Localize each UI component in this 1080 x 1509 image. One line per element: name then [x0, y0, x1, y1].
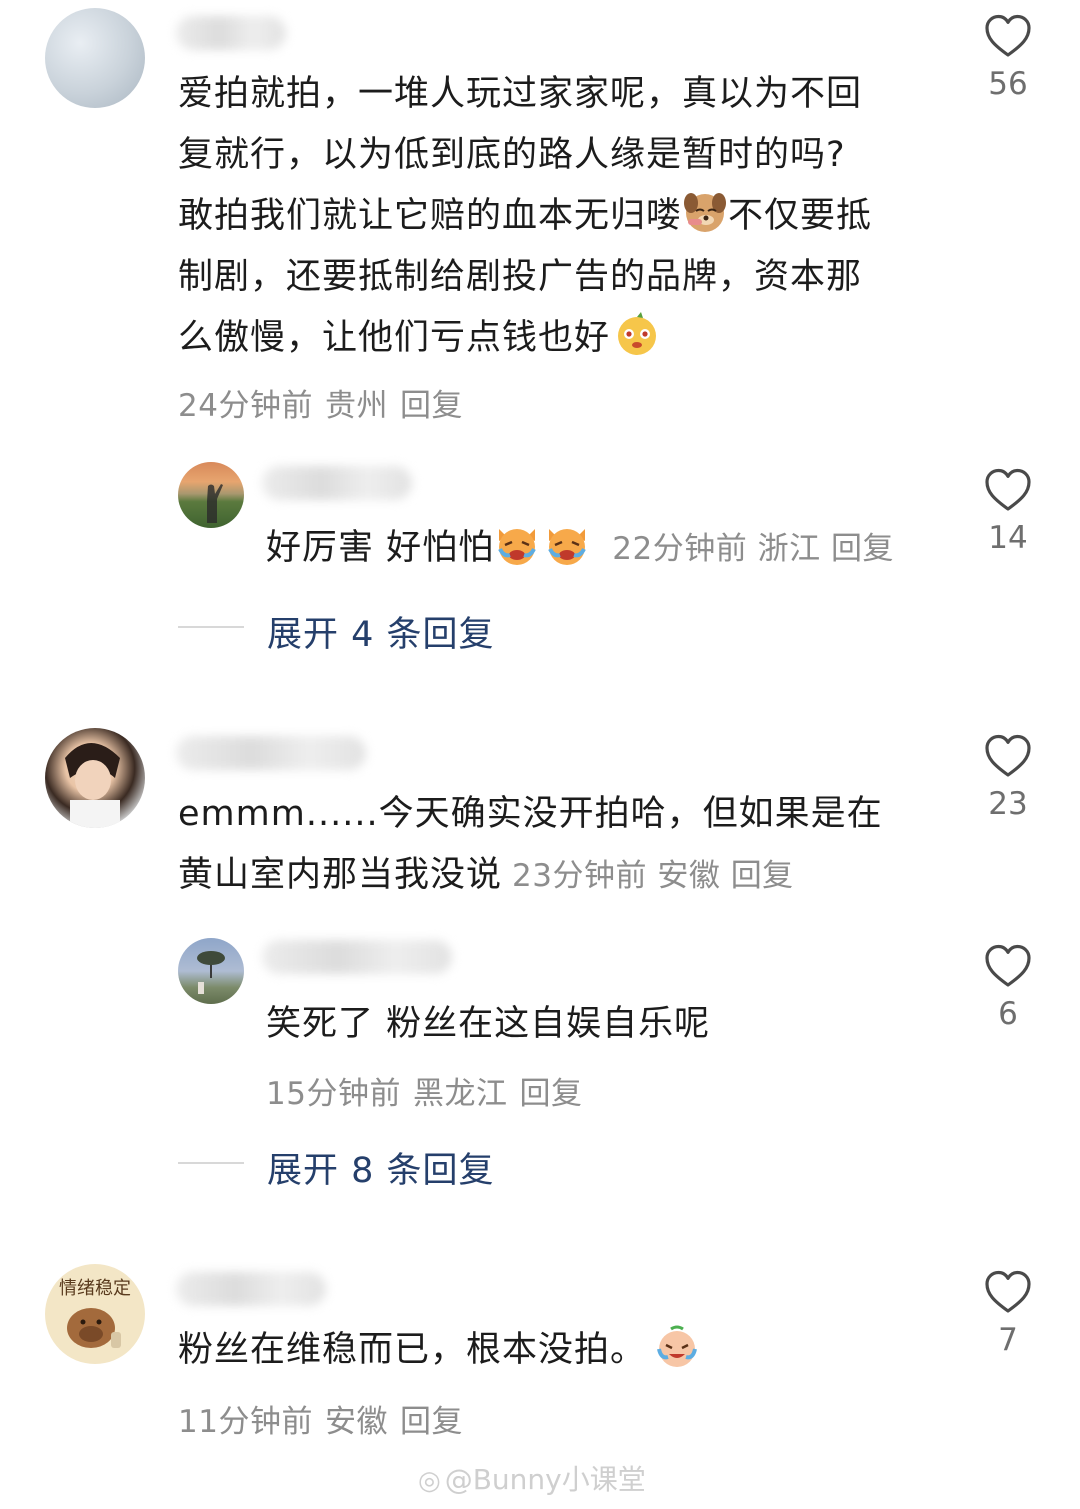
comment-time: 11分钟前 [178, 1404, 313, 1440]
comment-text-line: 不仅要抵 [728, 196, 873, 236]
comment-text-line: emmm......今天确实没开拍哈，但如果是在 [178, 794, 883, 834]
username-blurred[interactable] [262, 940, 452, 974]
crying-cat-emoji [498, 529, 536, 565]
dog-face-emoji [684, 193, 727, 232]
sun-face-emoji [618, 312, 657, 355]
comment-text-line: 么傲慢，让他们亏点钱也好 [178, 318, 611, 358]
watermark: ◎ @Bunny小课堂 [418, 1458, 646, 1498]
heart-icon [985, 468, 1031, 511]
avatar[interactable] [45, 8, 145, 108]
like-button[interactable]: 7 [958, 1270, 1058, 1358]
comment-text-line: 敢拍我们就让它赔的血本无归喽 [178, 196, 683, 236]
username-blurred[interactable] [176, 736, 366, 770]
watermark-text: @Bunny小课堂 [444, 1463, 646, 1496]
divider [178, 1162, 244, 1164]
reply-button[interactable]: 回复 [831, 531, 894, 567]
reply-text-content: 好厉害 好怕怕 [266, 528, 495, 568]
avatar[interactable]: 情绪稳定 [45, 1264, 145, 1364]
like-button[interactable]: 14 [958, 468, 1058, 556]
heart-icon [985, 734, 1031, 777]
username-blurred[interactable] [176, 16, 286, 50]
like-count: 56 [988, 66, 1028, 102]
comment-text-line: 制剧，还要抵制给剧投广告的品牌，资本那 [178, 257, 863, 297]
comment-meta: 11分钟前 安徽 回复 [178, 1396, 475, 1441]
reply-text: 笑死了 粉丝在这自娱自乐呢 [266, 1004, 711, 1044]
comment-time: 23分钟前 [512, 858, 647, 894]
capybara-icon: 情绪稳定 [59, 1278, 131, 1348]
like-count: 14 [988, 520, 1028, 556]
laughing-tears-emoji [657, 1325, 697, 1367]
username-blurred[interactable] [262, 466, 412, 500]
divider [178, 626, 244, 628]
like-count: 6 [998, 996, 1018, 1032]
reply-button[interactable]: 回复 [400, 1404, 463, 1440]
comment-text-line: 黄山室内那当我没说 [178, 855, 503, 895]
like-button[interactable]: 23 [958, 734, 1058, 822]
like-count: 7 [998, 1322, 1018, 1358]
reply-time: 15分钟前 [266, 1076, 401, 1112]
comment-meta: 24分钟前 贵州 回复 [178, 380, 475, 425]
avatar-caption: 情绪稳定 [59, 1278, 131, 1299]
comment-location: 贵州 [324, 388, 388, 424]
expand-replies-label[interactable]: 展开 8 条回复 [267, 1142, 495, 1193]
avatar[interactable] [178, 938, 244, 1004]
username-blurred[interactable] [176, 1272, 326, 1306]
expand-replies-label[interactable]: 展开 4 条回复 [267, 606, 495, 657]
avatar[interactable] [178, 462, 244, 528]
comment-location: 安徽 [324, 1404, 388, 1440]
comment-text-line: 爱拍就拍，一堆人玩过家家呢，真以为不回 [178, 74, 863, 114]
tree-scene-icon [197, 951, 225, 994]
heart-icon [985, 1270, 1031, 1313]
comment-text: 爱拍就拍，一堆人玩过家家呢，真以为不回 复就行，以为低到底的路人缘是暂时的吗? … [178, 64, 938, 369]
like-button[interactable]: 56 [958, 14, 1058, 102]
like-count: 23 [988, 786, 1028, 822]
reply-time: 22分钟前 [612, 531, 748, 567]
reply-meta: 15分钟前 黑龙江 回复 [266, 1068, 594, 1113]
comment-text: emmm......今天确实没开拍哈，但如果是在 黄山室内那当我没说 23分钟前 … [178, 784, 938, 907]
person-silhouette-icon [207, 484, 223, 523]
comment-text-line: 粉丝在维稳而已，根本没拍。 [178, 1330, 647, 1370]
like-button[interactable]: 6 [958, 944, 1058, 1032]
heart-icon [985, 14, 1031, 57]
weibo-logo-icon: ◎ [418, 1466, 441, 1496]
avatar[interactable] [45, 728, 145, 828]
comment-location: 安徽 [657, 858, 721, 894]
person-photo-icon [65, 743, 120, 828]
reply-button[interactable]: 回复 [519, 1076, 582, 1112]
comment-text: 粉丝在维稳而已，根本没拍。 [178, 1320, 938, 1381]
reply-text: 好厉害 好怕怕 22分钟前 浙江 回复 [266, 518, 894, 580]
crying-cat-emoji [548, 529, 586, 565]
reply-button[interactable]: 回复 [400, 388, 463, 424]
reply-location: 浙江 [757, 531, 821, 567]
comment-text-line: 复就行，以为低到底的路人缘是暂时的吗? [178, 135, 846, 175]
heart-icon [985, 944, 1031, 987]
comment-time: 24分钟前 [178, 388, 313, 424]
reply-button[interactable]: 回复 [731, 858, 794, 894]
reply-location: 黑龙江 [412, 1076, 508, 1112]
